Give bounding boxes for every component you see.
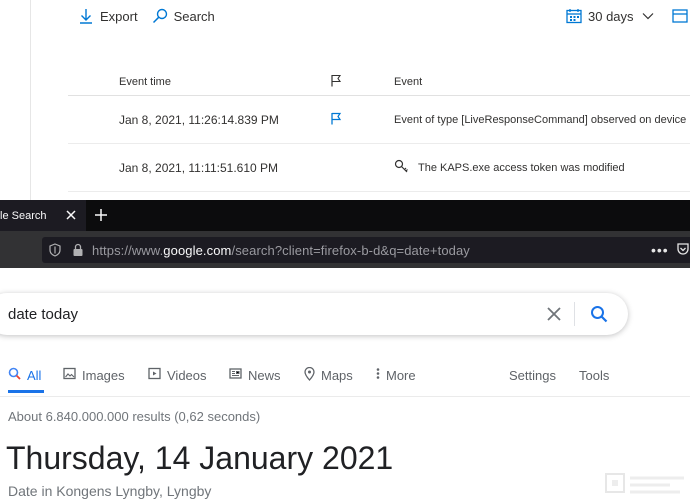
download-icon <box>78 8 94 24</box>
search-tabs: All Images Videos News Maps More Setting… <box>8 366 690 393</box>
search-button[interactable]: Search <box>152 6 215 26</box>
url-rest: /search?client=firefox-b-d&q=date+today <box>231 242 470 258</box>
tab-news[interactable]: News <box>229 366 281 384</box>
answer-date: Thursday, 14 January 2021 <box>6 440 394 476</box>
tab-label: More <box>386 367 416 383</box>
shield-icon[interactable] <box>48 243 62 257</box>
new-tab-icon[interactable] <box>93 207 109 223</box>
events-table: Event time Event Jan 8, 2021, 11:26:14.8… <box>68 68 690 192</box>
close-icon[interactable] <box>64 208 78 222</box>
tab-title: le Search <box>0 209 47 222</box>
key-icon <box>394 159 410 176</box>
event-description: The KAPS.exe access token was modified <box>418 161 625 174</box>
watermark-logo <box>604 470 690 499</box>
flag-outline-icon <box>330 74 342 90</box>
event-cell: The KAPS.exe access token was modified <box>394 159 690 176</box>
tab-maps[interactable]: Maps <box>304 366 353 384</box>
url-prefix: https://www. <box>92 242 164 258</box>
tools-link[interactable]: Tools <box>579 366 609 384</box>
calendar-icon <box>566 8 582 24</box>
browser-tab-bar: le Search <box>0 200 690 231</box>
tab-label: Images <box>82 367 125 383</box>
tab-all[interactable]: All <box>8 366 41 384</box>
date-range-dropdown[interactable]: 30 days <box>566 8 656 24</box>
url-text: https://www.google.com/search?client=fir… <box>92 243 470 258</box>
column-header-event-time[interactable]: Event time <box>68 76 330 88</box>
defender-timeline-panel: Export Search 30 days Event time Event J… <box>0 0 690 200</box>
tab-more[interactable]: More <box>376 366 416 384</box>
map-pin-icon <box>304 366 315 384</box>
search-box[interactable]: date today <box>0 293 628 335</box>
tab-label: All <box>27 367 42 383</box>
table-settings-icon <box>672 9 688 28</box>
pocket-icon[interactable] <box>676 242 690 256</box>
timeline-toolbar: Export Search <box>78 6 215 26</box>
table-row[interactable]: Jan 8, 2021, 11:11:51.610 PM The KAPS.ex… <box>68 144 690 192</box>
search-input[interactable]: date today <box>8 306 78 323</box>
event-time-cell: Jan 8, 2021, 11:11:51.610 PM <box>119 160 279 175</box>
browser-nav-bar: https://www.google.com/search?client=fir… <box>0 231 690 268</box>
search-box-divider <box>574 302 575 326</box>
tab-label: Maps <box>321 367 353 383</box>
column-header-event[interactable]: Event <box>394 76 690 88</box>
result-stats: About 6.840.000.000 results (0,62 second… <box>8 409 261 424</box>
tab-videos[interactable]: Videos <box>148 366 207 384</box>
flag-cell[interactable] <box>330 112 394 128</box>
panel-divider <box>30 0 31 200</box>
tab-label: Videos <box>167 367 207 383</box>
tab-label: News <box>248 367 281 383</box>
column-options-button[interactable] <box>672 8 688 29</box>
address-bar[interactable]: https://www.google.com/search?client=fir… <box>42 237 690 263</box>
page-actions-menu[interactable]: ••• <box>651 242 669 258</box>
search-label: Search <box>173 8 215 24</box>
image-icon <box>63 367 76 383</box>
lock-icon[interactable] <box>72 243 84 257</box>
event-description: Event of type [LiveResponseCommand] obse… <box>394 113 687 126</box>
search-icon <box>8 367 21 383</box>
browser-tab[interactable]: le Search <box>0 200 86 231</box>
column-header-flag[interactable] <box>330 74 394 90</box>
url-host: google.com <box>163 242 232 258</box>
event-cell: Event of type [LiveResponseCommand] obse… <box>394 114 690 126</box>
active-tab-indicator <box>8 390 44 393</box>
search-icon <box>152 8 168 24</box>
answer-location: Date in Kongens Lyngby, Lyngby <box>8 483 212 499</box>
flag-icon <box>330 112 342 128</box>
export-button[interactable]: Export <box>78 6 138 26</box>
settings-link[interactable]: Settings <box>509 366 556 384</box>
clear-icon[interactable] <box>546 306 562 322</box>
tab-images[interactable]: Images <box>63 366 125 384</box>
chevron-down-icon <box>640 8 656 24</box>
search-submit-icon[interactable] <box>590 305 608 323</box>
google-results-page: date today All Images Videos News Maps M… <box>0 268 690 499</box>
tabs-divider <box>0 396 690 397</box>
video-icon <box>148 367 161 383</box>
date-range-label: 30 days <box>588 8 634 24</box>
event-time-cell: Jan 8, 2021, 11:26:14.839 PM <box>119 112 279 127</box>
news-icon <box>229 367 242 383</box>
table-header: Event time Event <box>68 68 690 96</box>
export-label: Export <box>100 8 138 24</box>
table-row[interactable]: Jan 8, 2021, 11:26:14.839 PM Event of ty… <box>68 96 690 144</box>
more-vert-icon <box>376 367 380 383</box>
